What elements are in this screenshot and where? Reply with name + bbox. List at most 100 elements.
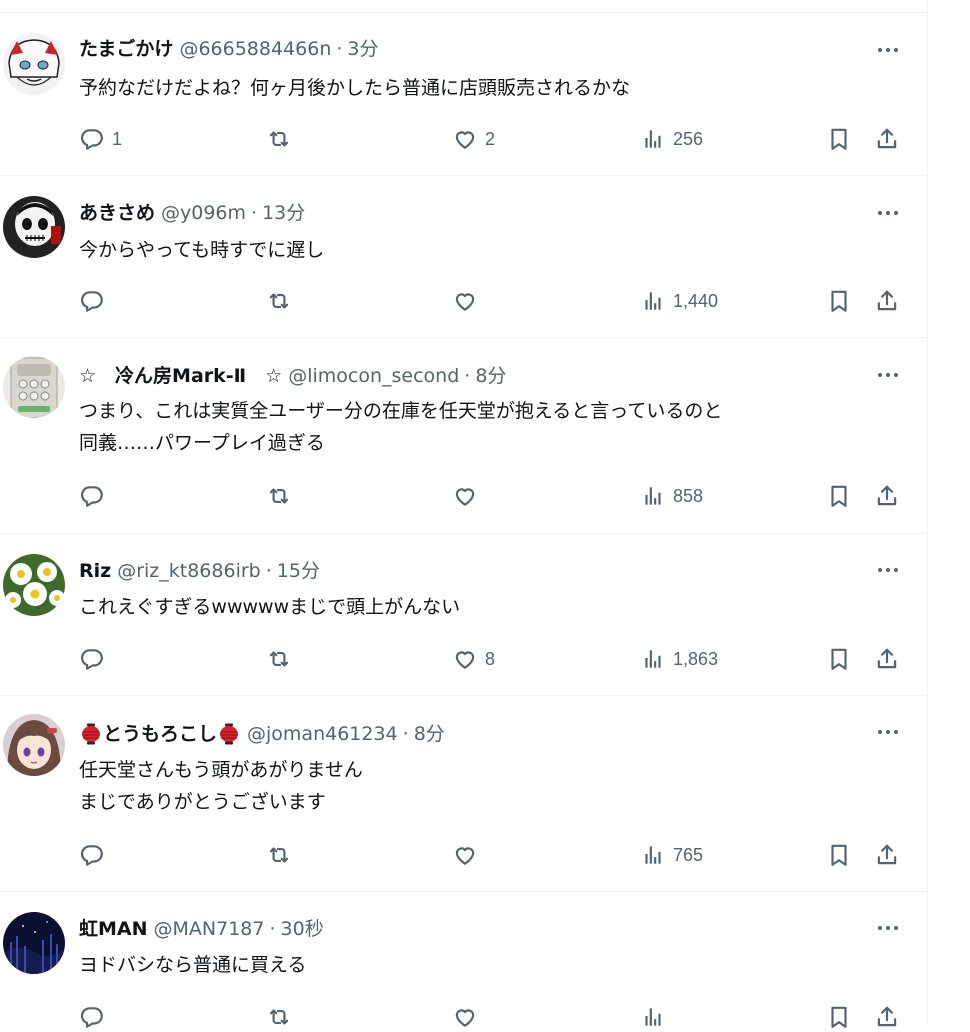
more-button[interactable]: [874, 40, 902, 60]
reply-button[interactable]: [79, 840, 112, 870]
views-button[interactable]: 256: [640, 124, 703, 154]
action-bar: 8 1,863: [0, 644, 928, 674]
retweet-button[interactable]: [266, 644, 299, 674]
user-handle[interactable]: @MAN7187: [154, 916, 265, 942]
retweet-button[interactable]: [266, 1002, 299, 1032]
like-button[interactable]: [452, 840, 485, 870]
like-button[interactable]: 2: [452, 124, 495, 154]
like-button[interactable]: [452, 1002, 485, 1032]
share-button[interactable]: [874, 124, 900, 154]
like-count: 8: [485, 648, 496, 669]
bookmark-button[interactable]: [826, 1002, 852, 1032]
avatar[interactable]: [3, 912, 65, 974]
reply-button[interactable]: [79, 286, 112, 316]
user-handle[interactable]: @joman461234: [247, 721, 398, 747]
tweet[interactable]: 虹MAN @MAN7187 · 30秒 ヨドバシなら普通に買える: [0, 892, 928, 1024]
retweet-button[interactable]: [266, 481, 299, 511]
retweet-button[interactable]: [266, 124, 299, 154]
share-button[interactable]: [874, 481, 900, 511]
timestamp[interactable]: 30秒: [281, 916, 324, 942]
avatar[interactable]: [3, 554, 65, 616]
avatar[interactable]: [3, 33, 65, 95]
display-name[interactable]: とうもろこし: [103, 721, 217, 747]
display-name[interactable]: Riz: [79, 558, 111, 584]
tweet[interactable]: あきさめ @y096m · 13分 今からやっても時すでに遅し 1,440: [0, 176, 928, 338]
tweet-text-line: これえぐすぎるwwwwwまじで頭上がんない: [79, 596, 461, 618]
more-button[interactable]: [874, 722, 902, 742]
retweet-icon: [266, 842, 292, 868]
more-icon: [876, 729, 900, 735]
retweet-icon: [266, 126, 292, 152]
share-icon: [874, 288, 900, 314]
tweet-header: ☆ 冷ん房Mark-Ⅱ ☆ @limocon_second · 8分: [79, 363, 506, 389]
bookmark-button[interactable]: [826, 124, 852, 154]
avatar[interactable]: [3, 196, 65, 258]
reply-button[interactable]: 1: [79, 124, 122, 154]
share-button[interactable]: [874, 644, 900, 674]
more-button[interactable]: [874, 560, 902, 580]
bookmark-button[interactable]: [826, 481, 852, 511]
retweet-icon: [266, 288, 292, 314]
timestamp[interactable]: 13分: [262, 200, 305, 226]
tweet-text-line: 予約なだけだよね？何ヶ月後かしたら普通に店頭販売されるかな: [79, 77, 631, 99]
tweet[interactable]: ☆ 冷ん房Mark-Ⅱ ☆ @limocon_second · 8分 つまり、こ…: [0, 338, 928, 534]
more-button[interactable]: [874, 203, 902, 223]
like-button[interactable]: 8: [452, 644, 495, 674]
view-count: 1,440: [673, 290, 719, 311]
bookmark-button[interactable]: [826, 644, 852, 674]
more-button[interactable]: [874, 918, 902, 938]
user-handle[interactable]: @riz_kt8686irb: [117, 558, 261, 584]
views-icon: [640, 1004, 666, 1030]
reply-feed: たまごかけ @6665884466n · 3分 予約なだけだよね？何ヶ月後かした…: [0, 0, 928, 1024]
bookmark-button[interactable]: [826, 286, 852, 316]
reply-button[interactable]: [79, 481, 112, 511]
bookmark-icon: [826, 288, 852, 314]
retweet-button[interactable]: [266, 286, 299, 316]
views-button[interactable]: 765: [640, 840, 703, 870]
share-button[interactable]: [874, 286, 900, 316]
retweet-icon: [266, 646, 292, 672]
timestamp[interactable]: 15分: [277, 558, 320, 584]
action-bar: 765: [0, 840, 928, 870]
share-button[interactable]: [874, 840, 900, 870]
views-button[interactable]: 858: [640, 481, 703, 511]
avatar[interactable]: [3, 714, 65, 776]
views-button[interactable]: 1,440: [640, 286, 718, 316]
separator-dot: ·: [251, 202, 258, 224]
more-button[interactable]: [874, 365, 902, 385]
tweet[interactable]: Riz @riz_kt8686irb · 15分 これえぐすぎるwwwwwまじで…: [0, 534, 928, 696]
display-name[interactable]: ☆ 冷ん房Mark-Ⅱ ☆: [79, 363, 282, 389]
reply-button[interactable]: [79, 644, 112, 674]
display-name[interactable]: 虹MAN: [79, 916, 148, 942]
timestamp[interactable]: 8分: [414, 721, 445, 747]
like-button[interactable]: [452, 481, 485, 511]
reply-button[interactable]: [79, 1002, 112, 1032]
retweet-button[interactable]: [266, 840, 299, 870]
retweet-icon: [266, 483, 292, 509]
timestamp[interactable]: 8分: [475, 363, 506, 389]
more-icon: [876, 925, 900, 931]
share-button[interactable]: [874, 1002, 900, 1032]
user-handle[interactable]: @y096m: [161, 200, 246, 226]
avatar[interactable]: [3, 356, 65, 418]
like-button[interactable]: [452, 286, 485, 316]
separator-dot: ·: [464, 365, 471, 387]
tweet-text: 今からやっても時すでに遅し: [79, 234, 909, 266]
user-handle[interactable]: @limocon_second: [288, 363, 459, 389]
display-name[interactable]: あきさめ: [79, 200, 155, 226]
view-count: 858: [673, 485, 704, 506]
views-button[interactable]: 1,863: [640, 644, 718, 674]
bookmark-icon: [826, 842, 852, 868]
display-name[interactable]: たまごかけ: [79, 36, 173, 62]
tweet[interactable]: とうもろこし @joman461234 · 8分 任天堂さんもう頭があがりません…: [0, 696, 928, 892]
share-icon: [874, 126, 900, 152]
reply-icon: [79, 842, 105, 868]
views-button[interactable]: [640, 1002, 673, 1032]
share-icon: [874, 842, 900, 868]
timestamp[interactable]: 3分: [347, 36, 378, 62]
tweet-header: とうもろこし @joman461234 · 8分: [79, 721, 445, 747]
tweet[interactable]: たまごかけ @6665884466n · 3分 予約なだけだよね？何ヶ月後かした…: [0, 13, 928, 176]
bookmark-button[interactable]: [826, 840, 852, 870]
user-handle[interactable]: @6665884466n: [179, 36, 331, 62]
red-lantern-icon: [81, 723, 101, 745]
